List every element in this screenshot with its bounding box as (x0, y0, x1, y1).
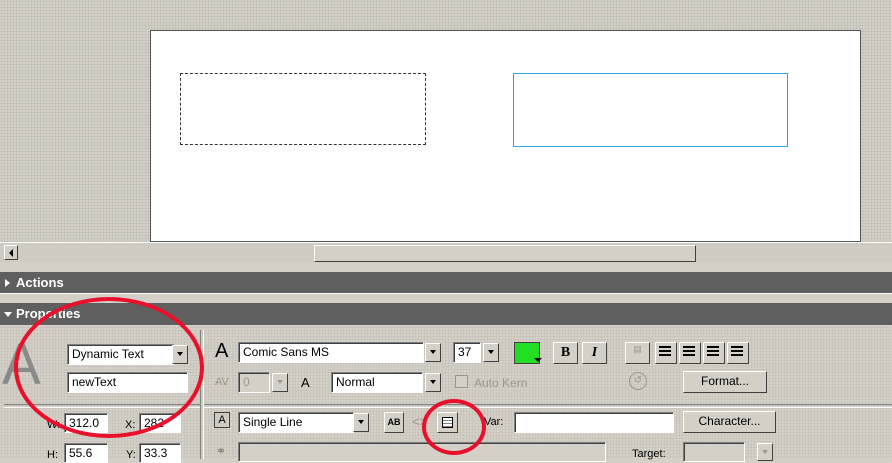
expand-arrow-icon (5, 279, 10, 287)
text-field-selected[interactable] (513, 73, 788, 147)
font-dropdown-button[interactable] (425, 343, 441, 362)
actions-panel-header[interactable]: Actions (0, 272, 892, 294)
chevron-down-icon (534, 358, 542, 362)
scroll-left-button[interactable] (4, 245, 18, 260)
italic-button[interactable]: I (582, 342, 607, 364)
selectable-button[interactable]: AB (384, 412, 404, 433)
align-left-icon (659, 346, 671, 357)
kerning-icon: AV (215, 376, 229, 388)
char-position-dropdown[interactable]: Normal (331, 372, 423, 393)
y-input[interactable]: 33.3 (139, 443, 181, 463)
collapse-arrow-icon (4, 312, 12, 317)
chevron-down-icon (430, 380, 436, 384)
auto-kern-label: Auto Kern (474, 376, 528, 390)
align-center-icon (683, 346, 695, 357)
bold-button[interactable]: B (553, 342, 578, 364)
url-input[interactable] (238, 442, 606, 462)
kerning-input[interactable]: 0 (238, 372, 270, 393)
chevron-down-icon (277, 380, 283, 384)
align-center-button[interactable] (679, 342, 701, 364)
url-link-icon[interactable]: ↺ (629, 372, 647, 390)
kerning-dropdown-button[interactable] (272, 373, 288, 392)
panel-divider (204, 404, 892, 408)
text-direction-icon: ▤ (633, 344, 642, 354)
variable-input[interactable] (514, 412, 674, 433)
text-field-dashed[interactable] (180, 73, 426, 145)
line-type-dropdown-button[interactable] (353, 413, 369, 432)
font-size-input[interactable]: 37 (453, 342, 481, 363)
arrow-left-icon (9, 249, 13, 257)
height-label: H: (47, 449, 58, 461)
annotation-circle-small (422, 399, 486, 455)
target-label: Target: (632, 448, 666, 460)
actions-panel-title: Actions (16, 275, 64, 290)
height-input[interactable]: 55.6 (64, 443, 108, 463)
character-button[interactable]: Character... (683, 411, 776, 433)
var-label: Var: (484, 416, 504, 428)
target-dropdown[interactable] (683, 442, 745, 462)
chevron-down-icon (430, 350, 436, 354)
chain-link-icon: ⚭ (216, 444, 227, 458)
target-dropdown-button[interactable] (757, 443, 773, 461)
line-type-dropdown[interactable]: Single Line (238, 412, 354, 433)
align-left-button[interactable] (655, 342, 677, 364)
font-icon: A (215, 340, 229, 362)
align-right-icon (707, 346, 719, 357)
chevron-down-icon (358, 420, 364, 424)
horizontal-scrollbar[interactable] (0, 242, 892, 262)
char-position-icon: A (301, 375, 310, 390)
annotation-circle-large (14, 297, 204, 438)
scroll-thumb[interactable] (314, 245, 696, 262)
font-size-dropdown-button[interactable] (483, 343, 499, 362)
char-position-dropdown-button[interactable] (425, 373, 441, 392)
text-direction-button[interactable]: ▤ (625, 342, 650, 364)
chevron-down-icon (762, 450, 768, 454)
auto-kern-checkbox[interactable] (455, 375, 468, 388)
chevron-down-icon (488, 350, 494, 354)
font-dropdown[interactable]: Comic Sans MS (238, 342, 424, 363)
align-justify-icon (731, 346, 743, 357)
y-label: Y: (126, 449, 136, 461)
align-right-button[interactable] (703, 342, 725, 364)
line-type-icon: A (214, 412, 230, 428)
align-justify-button[interactable] (727, 342, 749, 364)
format-button[interactable]: Format... (683, 371, 767, 393)
